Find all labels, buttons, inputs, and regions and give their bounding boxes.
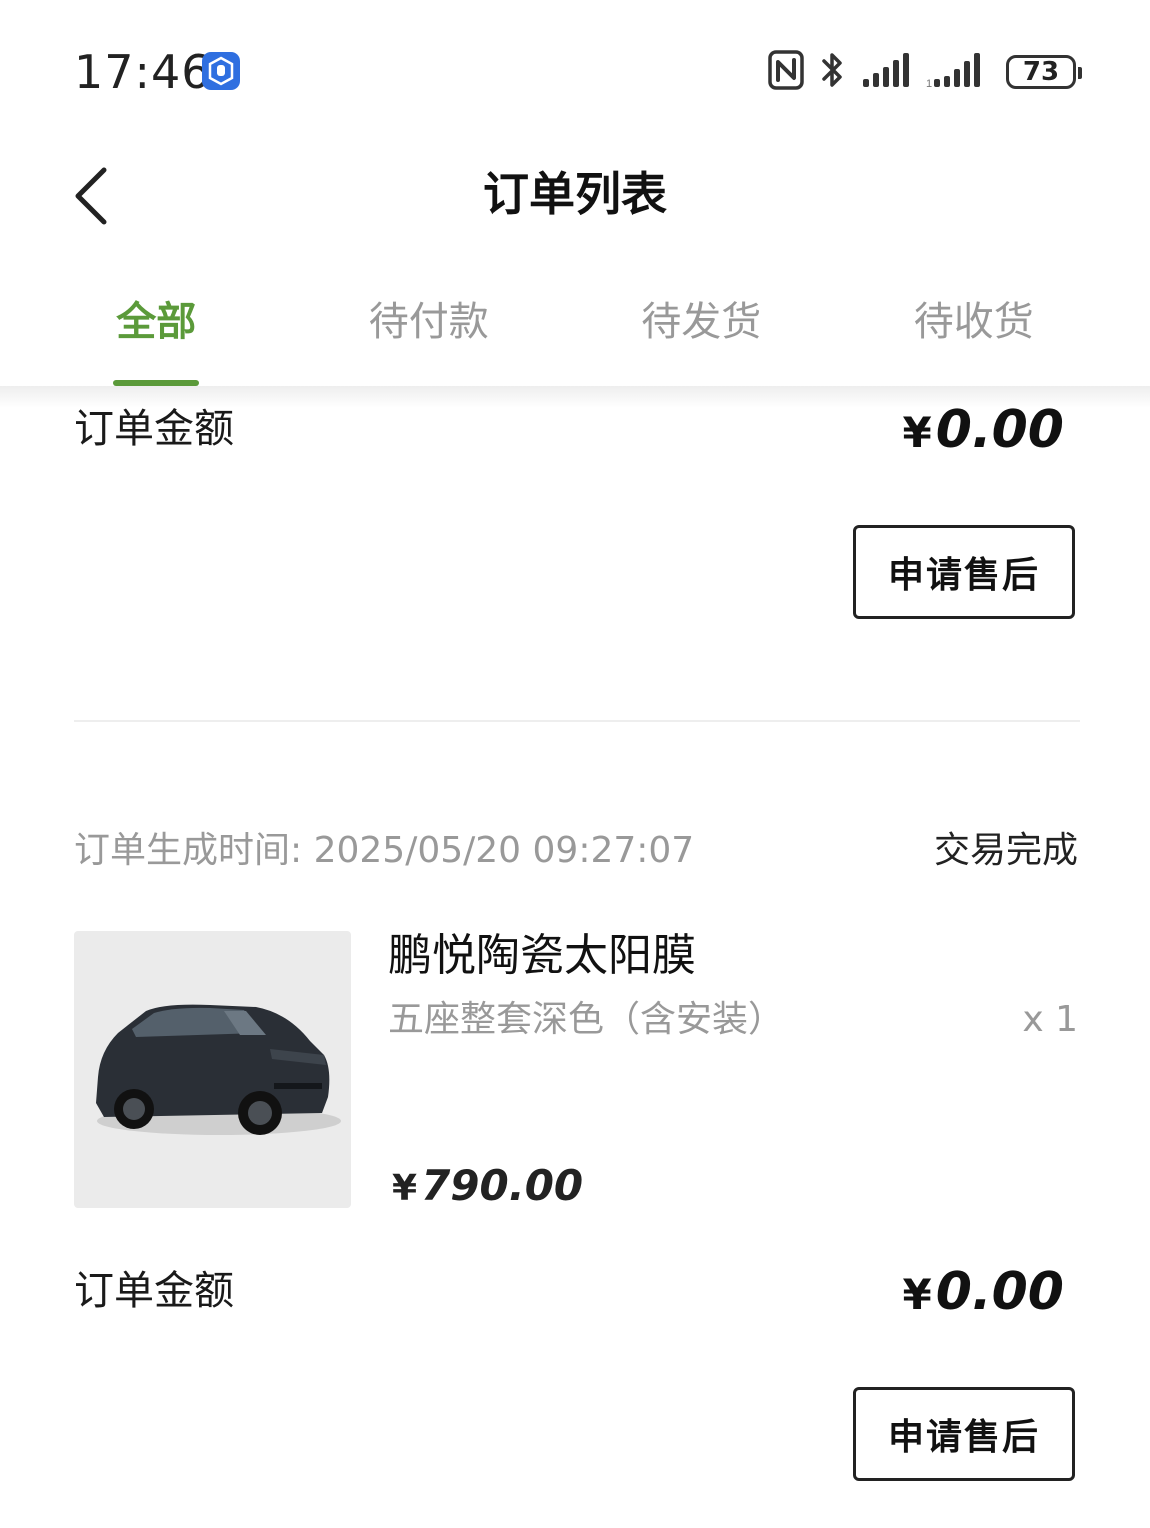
order-amount: ¥0.00 [902, 1262, 1064, 1325]
tab-bar: 全部 待付款 待发货 待收货 [20, 290, 1110, 386]
status-time: 17:46 [74, 45, 212, 99]
product-spec: 五座整套深色（含安装） [388, 999, 785, 1040]
tab-pending-shipment[interactable]: 待发货 [565, 290, 838, 386]
order-created-value: 2025/05/20 09:27:07 [313, 830, 695, 871]
product-image[interactable] [74, 931, 351, 1208]
product-quantity: x 1 [1022, 999, 1078, 1040]
status-icons: 1 73 [768, 50, 1082, 94]
hand-app-icon [202, 52, 240, 90]
order-status: 交易完成 [933, 830, 1078, 871]
currency-symbol: ¥ [392, 1168, 418, 1209]
tab-all[interactable]: 全部 [20, 290, 293, 386]
currency-symbol: ¥ [902, 1270, 932, 1319]
order-amount-value: 0.00 [935, 400, 1064, 460]
page-title: 订单列表 [483, 167, 667, 221]
order-amount-label: 订单金额 [74, 406, 234, 452]
product-price-value: 790.00 [421, 1161, 584, 1210]
svg-text:1: 1 [926, 78, 932, 89]
order-amount-label: 订单金额 [74, 1268, 234, 1314]
tab-pending-receipt[interactable]: 待收货 [838, 290, 1111, 386]
tab-pending-payment[interactable]: 待付款 [293, 290, 566, 386]
signal-icon: 1 [926, 51, 990, 93]
product-price: ¥790.00 [392, 1160, 583, 1215]
order-created-label: 订单生成时间: [74, 830, 303, 871]
signal-icon [862, 51, 910, 93]
bluetooth-icon [820, 50, 846, 94]
battery-icon: 73 [1006, 55, 1082, 89]
after-sales-button[interactable]: 申请售后 [853, 1387, 1075, 1481]
after-sales-button[interactable]: 申请售后 [853, 525, 1075, 619]
order-divider [74, 720, 1080, 722]
order-amount-value: 0.00 [935, 1262, 1064, 1322]
order-created-time: 订单生成时间: 2025/05/20 09:27:07 [74, 828, 694, 874]
currency-symbol: ¥ [902, 408, 932, 457]
product-name[interactable]: 鹏悦陶瓷太阳膜 [388, 928, 696, 984]
order-amount: ¥0.00 [902, 400, 1064, 463]
nfc-icon [768, 50, 804, 94]
